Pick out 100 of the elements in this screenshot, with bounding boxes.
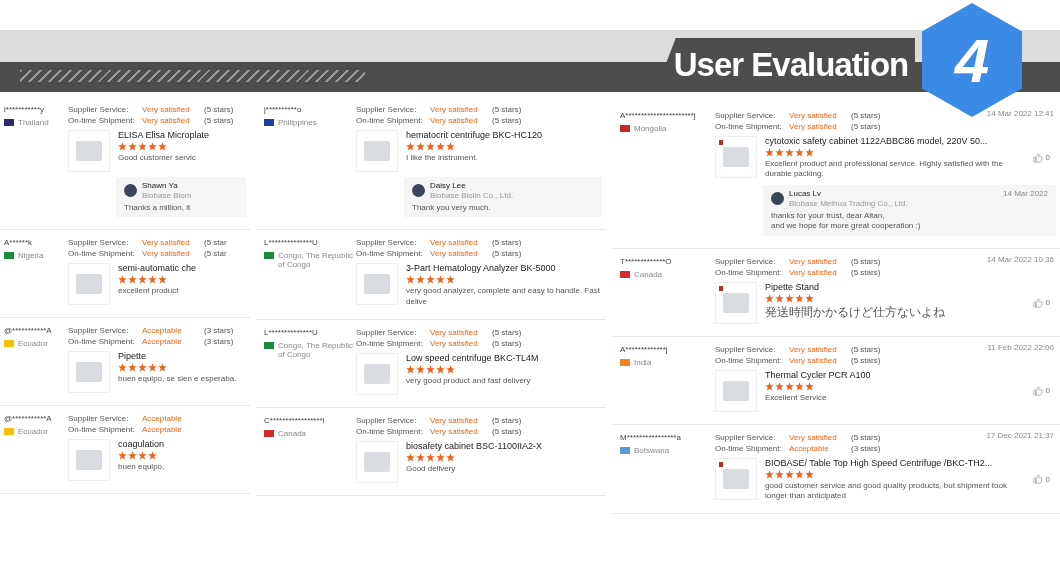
replier-name: Shawn Ya [142,181,179,190]
reply-text: thanks for your trust, dear Altan, and we hope for more great cooperation :) [771,210,922,232]
star-icon [436,142,445,151]
star-icon [446,275,455,285]
replier-name: Daisy Lee [430,181,467,190]
review-date: 14 Mar 2022 10:36 [986,254,1054,264]
star-icon [138,275,147,285]
rating-label: On-time Shipment: [356,427,424,437]
rating-stars-note: (3 stars) [204,337,234,347]
star-icon [765,469,774,479]
rating-value: Very satisfied [430,249,479,259]
product-name[interactable]: Pipette [118,351,246,362]
replier-company: Biobase Biom [142,191,193,200]
rating-label: On-time Shipment: [68,425,136,435]
review-date: 14 Mar 2022 12:41 [986,109,1054,118]
rating-label: Supplier Service: [356,416,418,426]
rating-stars-note: (5 stars) [851,256,881,266]
product-name[interactable]: coagulation [118,439,246,450]
product-photo-placeholder [715,369,757,412]
rating-stars-note: (5 stars) [492,238,522,248]
country-name: Botswana [634,445,670,455]
product-name[interactable]: Pipette Stand [765,281,1025,292]
thumbs-up-icon[interactable] [1032,385,1043,396]
star-icon [148,142,157,151]
product-name[interactable]: cytotoxic safety cabinet 1122ABBC86 model, 220V 50... [765,136,1025,146]
rating-stars-note: (5 stars) [204,105,234,114]
product-name[interactable]: Low speed centrifuge BKC-TL4M [406,353,602,364]
avatar-icon [412,184,425,197]
country-name: Ecuador [18,339,48,349]
rating-stars-note: (5 stars) [851,267,881,277]
like-count: 0 [1045,386,1050,396]
rating-value: Very satisfied [789,432,838,442]
country-name: Nigeria [18,251,44,261]
rating-stars-note: (5 stars) [851,344,881,354]
reviewer-name: M****************a [620,432,682,442]
country-name: Thailand [18,118,49,127]
rating-stars-note: (5 stars) [851,122,881,131]
rating-value: Very satisfied [142,116,191,125]
rating-stars-note: (5 stars) [851,355,881,365]
rating-label: Supplier Service: [356,328,418,338]
star-icon [138,363,147,373]
star-icon [765,293,774,303]
star-icon [416,275,425,285]
star-icon [118,142,127,151]
thumbs-up-icon[interactable] [1032,474,1043,485]
replier-name: Lucas Lv [789,188,823,198]
star-icon [128,451,137,461]
rating-value: Very satisfied [789,344,838,354]
rating-label: On-time Shipment: [356,116,424,125]
star-icon [406,142,415,151]
rating-value: Acceptable [789,443,830,453]
rating-stars-note: (5 stars) [492,116,522,125]
country-name: Mongolia [634,124,667,133]
product-name[interactable]: semi-automatic che [118,263,246,274]
product-photo-placeholder [715,281,757,324]
product-name[interactable]: Thermal Cycler PCR A100 [765,369,1025,380]
reviewer-name: j**********o [264,105,303,114]
star-icon [158,363,167,373]
star-icon [416,453,425,463]
star-icon [148,275,157,285]
product-photo-placeholder [356,353,398,396]
product-name[interactable]: ELISA Elisa Microplate [118,130,246,140]
rating-stars-note: (5 stars) [204,116,234,125]
star-icon [416,142,425,151]
rating-value: Acceptable [142,337,183,347]
country-name: India [634,357,652,367]
thumbs-up-icon[interactable] [1032,152,1043,163]
star-icon [118,451,127,461]
star-icon [426,142,435,151]
reviewer-name: L**************U [264,238,319,248]
review-date: 17 Dec 2021 21:37 [986,430,1054,440]
product-name[interactable]: hematocrit centrifuge BKC-HC120 [406,130,602,140]
rating-label: On-time Shipment: [68,116,136,125]
star-icon [446,365,455,375]
rating-stars-note: (5 stars) [492,328,522,338]
star-icon [416,365,425,375]
rating-value: Very satisfied [789,111,838,120]
country-name: Congo, The Republic of Congo [278,341,354,360]
star-icon [795,469,804,479]
review-comment: buen equipo, se sien e esperaba. [118,374,238,385]
product-name[interactable]: BIOBASE/ Table Top High Speed Centrifuge /BKC-TH2... [765,457,1025,468]
rating-stars-note: (5 star [204,249,227,259]
thumbs-up-icon[interactable] [1032,297,1043,308]
review-comment: Excellent product and professional service. Highly satisfied with the durable packing. [765,159,1004,180]
country-name: Ecuador [18,427,48,437]
product-photo-placeholder [68,439,110,482]
star-icon [775,293,784,303]
star-icon [785,148,794,157]
review-comment: very good product and fast delivery [406,376,532,387]
product-name[interactable]: biosafety cabinet BSC-1100IIA2-X [406,441,602,452]
like-count: 0 [1045,474,1050,484]
reviewer-name: @***********A [4,326,53,336]
star-icon [128,142,137,151]
star-icon [406,275,415,285]
rating-value: Very satisfied [789,122,838,131]
rating-value: Very satisfied [142,105,191,114]
star-icon [158,142,167,151]
reply-text: Thank you very much. [412,203,492,214]
product-name[interactable]: 3-Part Hematology Analyzer BK-5000 [406,263,602,274]
rating-label: Supplier Service: [715,256,777,266]
